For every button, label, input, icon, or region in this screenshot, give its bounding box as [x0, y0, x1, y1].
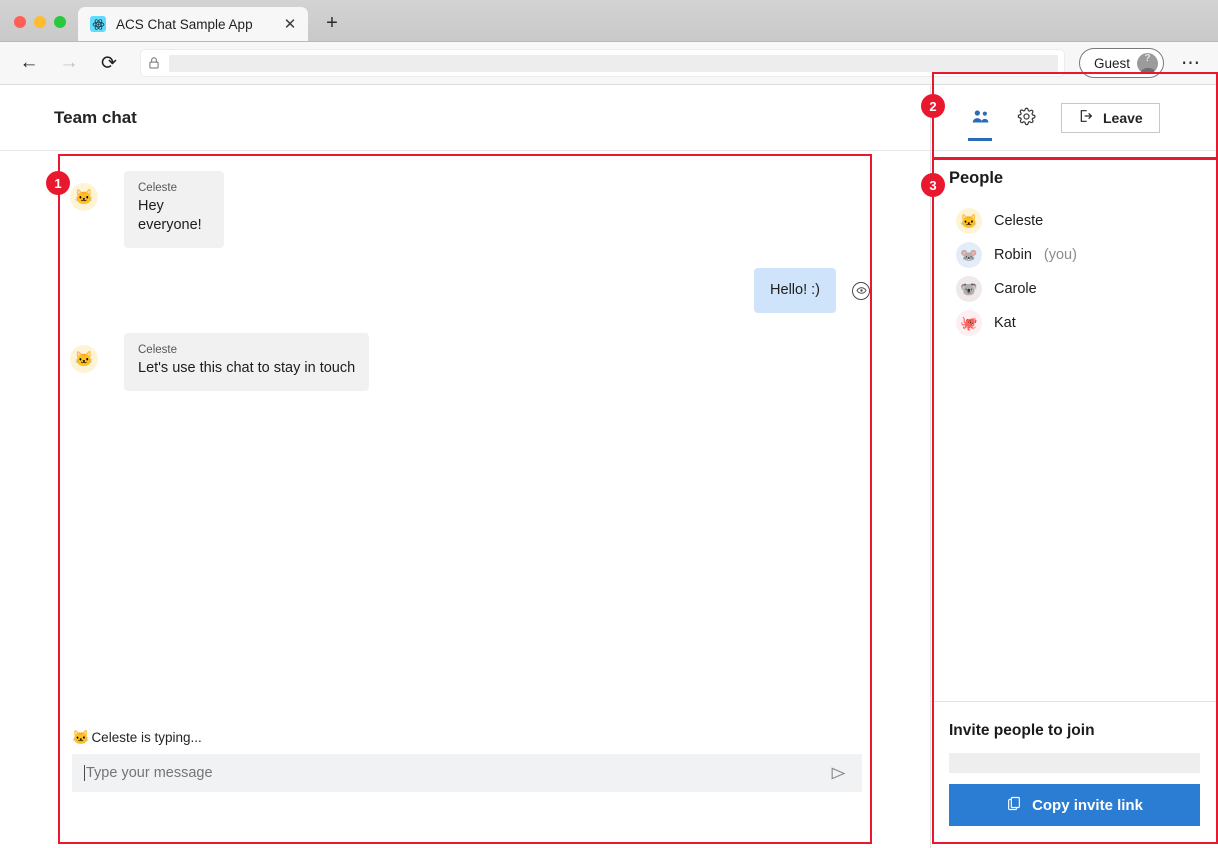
leave-icon: [1078, 108, 1094, 129]
typing-text: Celeste is typing...: [91, 730, 202, 745]
message-bubble: Hello! :): [754, 268, 836, 313]
leave-button[interactable]: Leave: [1061, 103, 1160, 133]
profile-button[interactable]: Guest ?: [1078, 48, 1164, 78]
avatar: 🐱: [956, 208, 982, 234]
person-name: Celeste: [994, 213, 1044, 229]
message-item: 🐱 Celeste Hey everyone!: [70, 171, 870, 248]
send-icon[interactable]: [824, 760, 852, 786]
side-panel: Leave People 🐱 Celeste 🐭 Robin (you) 🐨 C…: [931, 86, 1218, 848]
lock-icon: [147, 56, 161, 70]
forward-icon[interactable]: →: [52, 48, 86, 78]
avatar: 🐙: [956, 310, 982, 336]
chat-app: Team chat 🐱 Celeste Hey everyone! Hello!…: [0, 86, 1218, 848]
browser-tabstrip: ACS Chat Sample App ✕ +: [0, 0, 1218, 42]
close-window-button[interactable]: [14, 16, 26, 28]
page-title: Team chat: [54, 108, 137, 127]
message-text: Hello! :): [770, 282, 820, 298]
avatar: 🐱: [70, 183, 98, 211]
chat-header: Team chat: [0, 86, 930, 151]
tab-people[interactable]: [963, 95, 997, 141]
message-text: Hey everyone!: [138, 198, 202, 233]
list-item[interactable]: 🐭 Robin (you): [949, 238, 1218, 272]
invite-section: Invite people to join Copy invite link: [931, 701, 1218, 848]
message-bubble: Celeste Let's use this chat to stay in t…: [124, 333, 370, 391]
active-tab-underline: [968, 138, 992, 141]
message-sender: Celeste: [138, 344, 177, 356]
close-tab-icon[interactable]: ✕: [280, 14, 300, 34]
gear-icon: [1017, 107, 1036, 129]
back-icon[interactable]: ←: [12, 48, 46, 78]
url-input[interactable]: [169, 54, 1058, 72]
leave-label: Leave: [1103, 110, 1143, 126]
browser-toolbar: ← → ⟳ Guest ? ⋯: [0, 42, 1218, 85]
annotation-badge-3: 3: [921, 173, 945, 197]
address-bar[interactable]: [140, 49, 1065, 77]
message-seen-icon: [852, 281, 870, 300]
minimize-window-button[interactable]: [34, 16, 46, 28]
react-atom-icon: [90, 16, 106, 32]
browser-window: ACS Chat Sample App ✕ + ← → ⟳ Guest ? ⋯: [0, 0, 1218, 848]
chat-footer: 🐱 Celeste is typing...: [0, 729, 930, 848]
typing-indicator: 🐱 Celeste is typing...: [72, 729, 862, 746]
message-sender: Celeste: [138, 182, 177, 194]
invite-link-field[interactable]: [949, 753, 1200, 773]
tab-settings[interactable]: [1009, 95, 1043, 141]
profile-label: Guest: [1093, 55, 1130, 71]
chat-panel: Team chat 🐱 Celeste Hey everyone! Hello!…: [0, 86, 931, 848]
people-icon: [971, 109, 990, 128]
copy-invite-link-button[interactable]: Copy invite link: [949, 784, 1200, 826]
side-panel-header: Leave: [931, 86, 1218, 151]
typing-avatar-icon: 🐱: [72, 729, 90, 745]
avatar: 🐱: [70, 345, 98, 373]
maximize-window-button[interactable]: [54, 16, 66, 28]
avatar: 🐭: [956, 242, 982, 268]
message-item: Hello! :): [70, 268, 870, 313]
reload-icon[interactable]: ⟳: [92, 48, 126, 78]
avatar: 🐨: [956, 276, 982, 302]
message-composer[interactable]: [72, 754, 862, 792]
tab-title: ACS Chat Sample App: [116, 16, 253, 32]
person-name: Kat: [994, 315, 1016, 331]
message-input[interactable]: [84, 765, 824, 781]
browser-menu-icon[interactable]: ⋯: [1176, 48, 1206, 78]
copy-invite-link-label: Copy invite link: [1032, 796, 1143, 814]
invite-heading: Invite people to join: [949, 722, 1095, 739]
avatar-glyph: ?: [1144, 52, 1151, 64]
copy-icon: [1006, 795, 1022, 815]
annotation-badge-2: 2: [921, 94, 945, 118]
people-list-section: People 🐱 Celeste 🐭 Robin (you) 🐨 Carole: [931, 151, 1218, 701]
people-heading: People: [949, 169, 1004, 187]
message-bubble: Celeste Hey everyone!: [124, 171, 224, 248]
list-item[interactable]: 🐱 Celeste: [949, 204, 1218, 238]
list-item[interactable]: 🐙 Kat: [949, 306, 1218, 340]
list-item[interactable]: 🐨 Carole: [949, 272, 1218, 306]
message-text: Let's use this chat to stay in touch: [138, 360, 356, 376]
browser-tab[interactable]: ACS Chat Sample App ✕: [78, 7, 308, 41]
person-you-label: (you): [1043, 247, 1077, 263]
message-item: 🐱 Celeste Let's use this chat to stay in…: [70, 333, 870, 391]
message-list: 🐱 Celeste Hey everyone! Hello! :) 🐱 Cele…: [0, 151, 930, 729]
person-name: Carole: [994, 281, 1037, 297]
avatar: ?: [1137, 52, 1158, 74]
annotation-badge-1: 1: [46, 171, 70, 195]
composer-spacer: [72, 792, 862, 848]
window-controls: [10, 16, 78, 41]
person-name: Robin: [994, 247, 1032, 263]
new-tab-button[interactable]: +: [318, 9, 346, 37]
